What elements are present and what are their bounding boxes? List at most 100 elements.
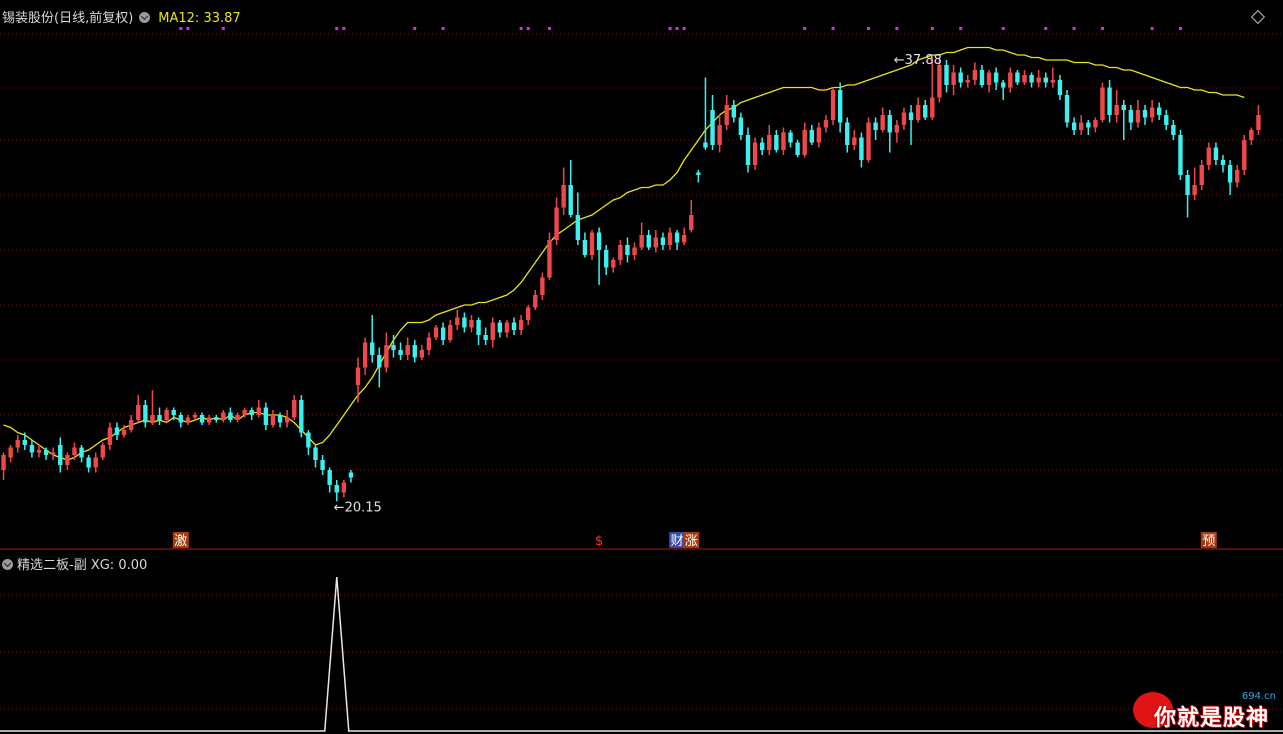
candle[interactable] <box>639 222 644 251</box>
candle[interactable] <box>901 107 907 131</box>
candle[interactable] <box>923 100 928 120</box>
candle[interactable] <box>596 227 602 286</box>
candle[interactable] <box>660 232 666 251</box>
event-marker[interactable]: 激 <box>172 532 189 549</box>
candle[interactable] <box>462 312 467 333</box>
candlestick-layer[interactable] <box>1 57 1261 502</box>
candle[interactable] <box>696 170 701 183</box>
candle[interactable] <box>1135 100 1141 128</box>
candle[interactable] <box>114 422 120 441</box>
candle[interactable] <box>972 62 978 86</box>
candle[interactable] <box>384 332 389 373</box>
candle[interactable] <box>1213 142 1219 166</box>
candle[interactable] <box>1256 105 1261 135</box>
candle[interactable] <box>632 242 637 261</box>
candle[interactable] <box>625 237 630 263</box>
candle[interactable] <box>370 315 375 363</box>
candle[interactable] <box>511 317 517 336</box>
event-marker[interactable]: 预 <box>1200 532 1217 549</box>
candle[interactable] <box>908 105 914 145</box>
candle[interactable] <box>1142 105 1148 125</box>
candle[interactable] <box>816 122 822 148</box>
candle[interactable] <box>206 415 212 425</box>
candle[interactable] <box>993 67 999 91</box>
candle[interactable] <box>915 97 921 123</box>
candle[interactable] <box>362 337 368 376</box>
candle[interactable] <box>767 125 772 155</box>
candle[interactable] <box>894 120 900 143</box>
candle[interactable] <box>582 232 588 258</box>
candle[interactable] <box>1227 160 1233 195</box>
candle[interactable] <box>455 310 460 330</box>
candle[interactable] <box>36 445 42 458</box>
candle[interactable] <box>433 325 439 340</box>
candle[interactable] <box>1086 120 1091 135</box>
candle[interactable] <box>320 455 325 475</box>
candle[interactable] <box>703 77 708 151</box>
candle[interactable] <box>214 415 219 423</box>
candle[interactable] <box>752 137 758 171</box>
candle[interactable] <box>1121 100 1126 140</box>
candle[interactable] <box>398 342 403 361</box>
candle[interactable] <box>143 400 148 428</box>
candle[interactable] <box>348 470 354 483</box>
candle[interactable] <box>788 130 793 148</box>
candle[interactable] <box>185 415 191 425</box>
candle[interactable] <box>859 132 864 168</box>
candle[interactable] <box>873 117 878 141</box>
candle[interactable] <box>341 480 347 498</box>
candle[interactable] <box>540 272 545 301</box>
candle[interactable] <box>1249 127 1254 146</box>
candle[interactable] <box>1093 117 1098 133</box>
candle[interactable] <box>951 65 956 95</box>
candle[interactable] <box>667 227 673 251</box>
candle[interactable] <box>405 337 410 361</box>
candle[interactable] <box>837 82 843 133</box>
indicator-dropdown-icon[interactable] <box>2 559 13 570</box>
candle[interactable] <box>256 400 261 418</box>
candle[interactable] <box>618 240 623 265</box>
candle[interactable] <box>781 127 786 156</box>
candle[interactable] <box>1 452 6 481</box>
candle[interactable] <box>1164 110 1169 130</box>
candle[interactable] <box>809 125 814 145</box>
candle[interactable] <box>1234 165 1240 188</box>
event-marker[interactable]: 涨 <box>683 532 700 549</box>
candle[interactable] <box>469 315 474 333</box>
candle[interactable] <box>533 290 538 310</box>
candle[interactable] <box>426 332 432 356</box>
candle[interactable] <box>497 320 503 338</box>
candle[interactable] <box>164 407 169 423</box>
candle[interactable] <box>8 445 13 463</box>
candle[interactable] <box>15 435 20 453</box>
candle[interactable] <box>852 130 857 150</box>
candle[interactable] <box>490 317 495 348</box>
candle[interactable] <box>518 315 524 335</box>
candle[interactable] <box>128 415 134 433</box>
candle[interactable] <box>866 117 871 163</box>
candle[interactable] <box>1156 102 1162 121</box>
candle[interactable] <box>65 452 70 471</box>
candle[interactable] <box>724 95 729 130</box>
candle[interactable] <box>1029 72 1034 88</box>
candle[interactable] <box>178 412 183 428</box>
candle[interactable] <box>1206 142 1212 171</box>
candle[interactable] <box>150 390 155 425</box>
candle[interactable] <box>1050 67 1056 88</box>
candle[interactable] <box>1015 70 1020 85</box>
candle[interactable] <box>1057 75 1063 100</box>
candle[interactable] <box>136 395 141 423</box>
candle[interactable] <box>1079 115 1084 135</box>
candle[interactable] <box>589 230 595 260</box>
candle[interactable] <box>504 320 510 338</box>
candle[interactable] <box>1100 82 1105 123</box>
candle[interactable] <box>653 230 659 253</box>
candle[interactable] <box>412 340 417 363</box>
event-marker[interactable]: 财 <box>669 532 686 549</box>
candle[interactable] <box>79 445 84 463</box>
candle[interactable] <box>1036 70 1041 88</box>
candle[interactable] <box>1114 90 1119 123</box>
candle[interactable] <box>689 200 694 233</box>
candle[interactable] <box>1071 117 1077 136</box>
candle[interactable] <box>738 112 744 141</box>
